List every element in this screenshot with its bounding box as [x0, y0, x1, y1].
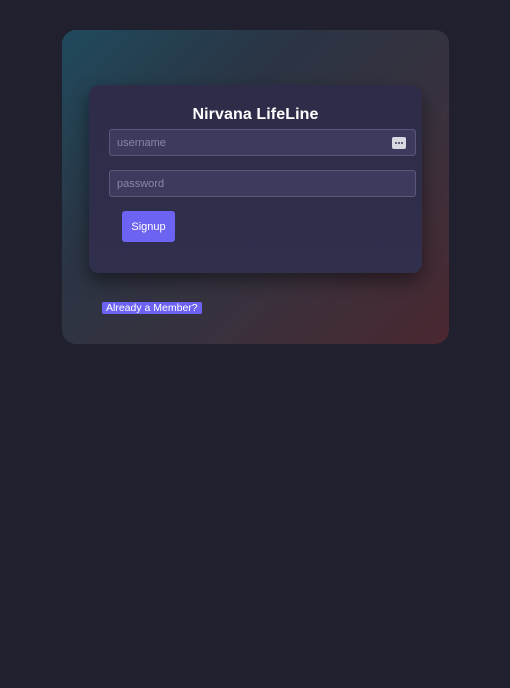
- password-field[interactable]: [109, 170, 416, 197]
- app-title: Nirvana LifeLine: [192, 106, 319, 123]
- signup-form-card: Nirvana LifeLine Signup: [89, 85, 422, 273]
- signup-container: Nirvana LifeLine Signup Already a Member…: [62, 30, 449, 344]
- username-field[interactable]: [109, 129, 416, 156]
- username-input[interactable]: [110, 130, 415, 155]
- password-input[interactable]: [110, 171, 415, 196]
- signup-button[interactable]: Signup: [122, 211, 175, 242]
- already-member-link[interactable]: Already a Member?: [102, 302, 202, 314]
- password-manager-icon[interactable]: [392, 137, 406, 149]
